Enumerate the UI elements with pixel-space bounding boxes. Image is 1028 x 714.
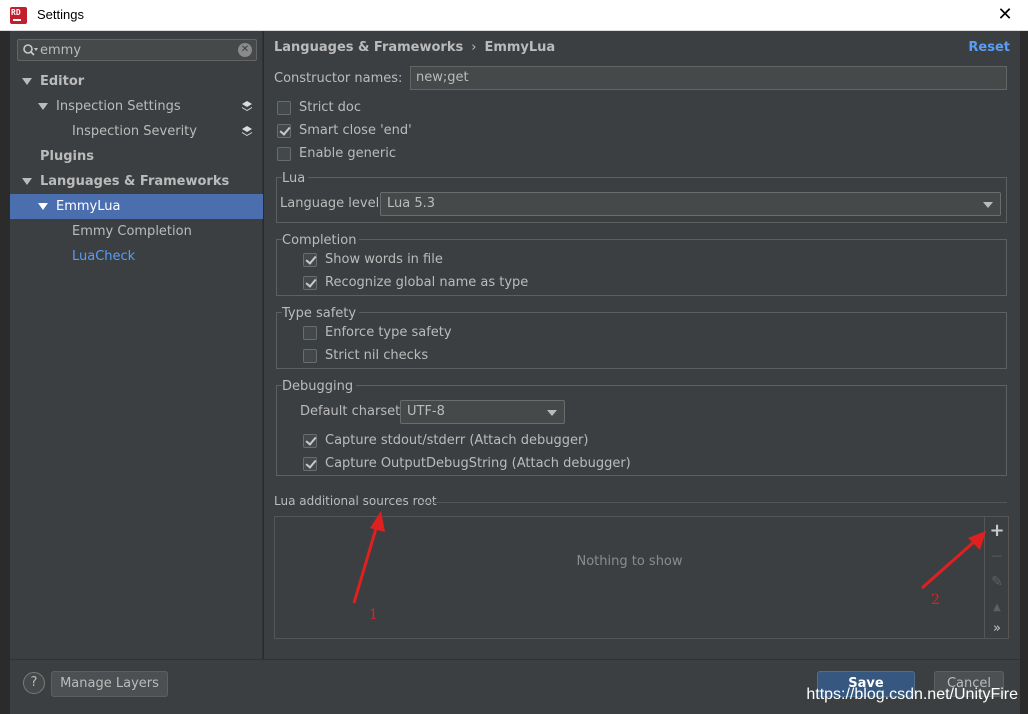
sources-root-panel: Nothing to show + — ✎ ▲ » (274, 516, 1009, 639)
move-up-icon[interactable]: ▲ (988, 599, 1006, 617)
search-input[interactable] (40, 42, 230, 58)
settings-tree: Editor Inspection Settings Inspection Se… (10, 69, 263, 269)
edit-icon[interactable]: ✎ (988, 573, 1006, 591)
expand-arrow-icon[interactable] (38, 203, 48, 210)
checkbox-box[interactable] (303, 434, 317, 448)
dropdown-arrow-icon (547, 410, 557, 416)
clear-search-icon[interactable]: ✕ (238, 43, 252, 57)
sources-toolbar: + — ✎ ▲ » (984, 517, 1008, 638)
breadcrumb-current: EmmyLua (484, 40, 556, 55)
tree-item-editor[interactable]: Editor (10, 69, 263, 94)
add-icon[interactable]: + (988, 522, 1006, 540)
checkbox-label: Strict doc (299, 100, 362, 115)
expand-arrow-icon[interactable] (38, 103, 48, 110)
checkbox-box[interactable] (277, 147, 291, 161)
default-charset-label: Default charset (300, 404, 401, 419)
close-icon[interactable]: ✕ (996, 5, 1014, 25)
lua-group-title: Lua (282, 171, 309, 186)
checkbox-label: Capture stdout/stderr (Attach debugger) (325, 433, 589, 448)
tree-item-inspection-settings[interactable]: Inspection Settings (10, 94, 263, 119)
checkbox-label: Capture OutputDebugString (Attach debugg… (325, 456, 631, 471)
default-charset-value: UTF-8 (407, 404, 445, 419)
app-icon-bar (13, 19, 21, 21)
checkbox-box[interactable] (303, 276, 317, 290)
annotation-number-1: 1 (369, 607, 378, 623)
constructor-names-field[interactable]: new;get (410, 66, 1007, 90)
settings-content: Languages & Frameworks › EmmyLua Reset Con… (264, 31, 1020, 659)
tree-item-label: LuaCheck (72, 249, 136, 264)
manage-layers-button[interactable]: Manage Layers (51, 671, 168, 697)
sources-root-list[interactable]: Nothing to show (275, 517, 984, 638)
checkbox-box[interactable] (303, 253, 317, 267)
tree-item-emmy-completion[interactable]: Emmy Completion (10, 219, 263, 244)
breadcrumb-parent[interactable]: Languages & Frameworks (274, 40, 463, 55)
checkbox-box[interactable] (277, 124, 291, 138)
title-bar: RD Settings ✕ (0, 0, 1028, 31)
settings-window: RD Settings ✕ ✕ Editor Inspection Settin… (0, 0, 1028, 714)
annotation-number-2: 2 (931, 592, 940, 608)
watermark-text: https://blog.csdn.net/UnityFire (806, 686, 1018, 703)
layers-icon (242, 126, 252, 136)
language-level-select[interactable]: Lua 5.3 (380, 192, 1001, 216)
tree-item-inspection-severity[interactable]: Inspection Severity (10, 119, 263, 144)
expand-arrow-icon[interactable] (22, 178, 32, 185)
settings-search[interactable]: ✕ (17, 39, 257, 61)
tree-item-plugins[interactable]: Plugins (10, 144, 263, 169)
checkbox-label: Show words in file (325, 252, 443, 267)
language-level-label: Language level (280, 196, 380, 211)
search-icon (23, 44, 38, 56)
debugging-group-title: Debugging (282, 379, 357, 394)
checkbox-box[interactable] (277, 101, 291, 115)
checkbox-label: Enforce type safety (325, 325, 452, 340)
checkbox-box[interactable] (303, 326, 317, 340)
language-level-value: Lua 5.3 (387, 196, 436, 211)
settings-sidebar: ✕ Editor Inspection Settings Inspection … (10, 31, 263, 659)
tree-item-label: Emmy Completion (72, 224, 192, 239)
empty-list-text: Nothing to show (576, 554, 683, 569)
app-icon-text: RD (11, 8, 21, 17)
dropdown-arrow-icon (983, 202, 993, 208)
checkbox-box[interactable] (303, 457, 317, 471)
layers-icon (242, 101, 252, 111)
tree-item-label: Plugins (40, 149, 94, 164)
tree-item-languages-frameworks[interactable]: Languages & Frameworks (10, 169, 263, 194)
tree-item-emmylua[interactable]: EmmyLua (10, 194, 263, 219)
tree-item-label: EmmyLua (56, 199, 121, 214)
checkbox-label: Enable generic (299, 146, 397, 161)
reset-link[interactable]: Reset (968, 40, 1010, 55)
constructor-names-label: Constructor names: (274, 71, 403, 86)
more-actions-icon[interactable]: » (988, 620, 1006, 638)
tree-item-label: Languages & Frameworks (40, 174, 230, 189)
tree-item-luacheck[interactable]: LuaCheck (10, 244, 263, 269)
breadcrumb-separator: › (471, 40, 477, 55)
completion-group-title: Completion (282, 233, 360, 248)
checkbox-box[interactable] (303, 349, 317, 363)
checkbox-label: Strict nil checks (325, 348, 429, 363)
breadcrumb: Languages & Frameworks › EmmyLua (274, 40, 555, 55)
window-title: Settings (37, 7, 84, 22)
checkbox-label: Smart close 'end' (299, 123, 412, 138)
tree-item-label: Inspection Settings (56, 99, 181, 114)
tree-item-label: Editor (40, 74, 85, 89)
help-button[interactable]: ? (23, 672, 45, 694)
default-charset-select[interactable]: UTF-8 (400, 400, 565, 424)
remove-icon[interactable]: — (988, 547, 1006, 565)
expand-arrow-icon[interactable] (22, 78, 32, 85)
sources-root-title: Lua additional sources root (274, 494, 437, 508)
sources-divider (422, 502, 1007, 503)
rider-app-icon: RD (10, 7, 27, 24)
tree-item-label: Inspection Severity (72, 124, 197, 139)
type-safety-group-title: Type safety (282, 306, 360, 321)
checkbox-label: Recognize global name as type (325, 275, 529, 290)
